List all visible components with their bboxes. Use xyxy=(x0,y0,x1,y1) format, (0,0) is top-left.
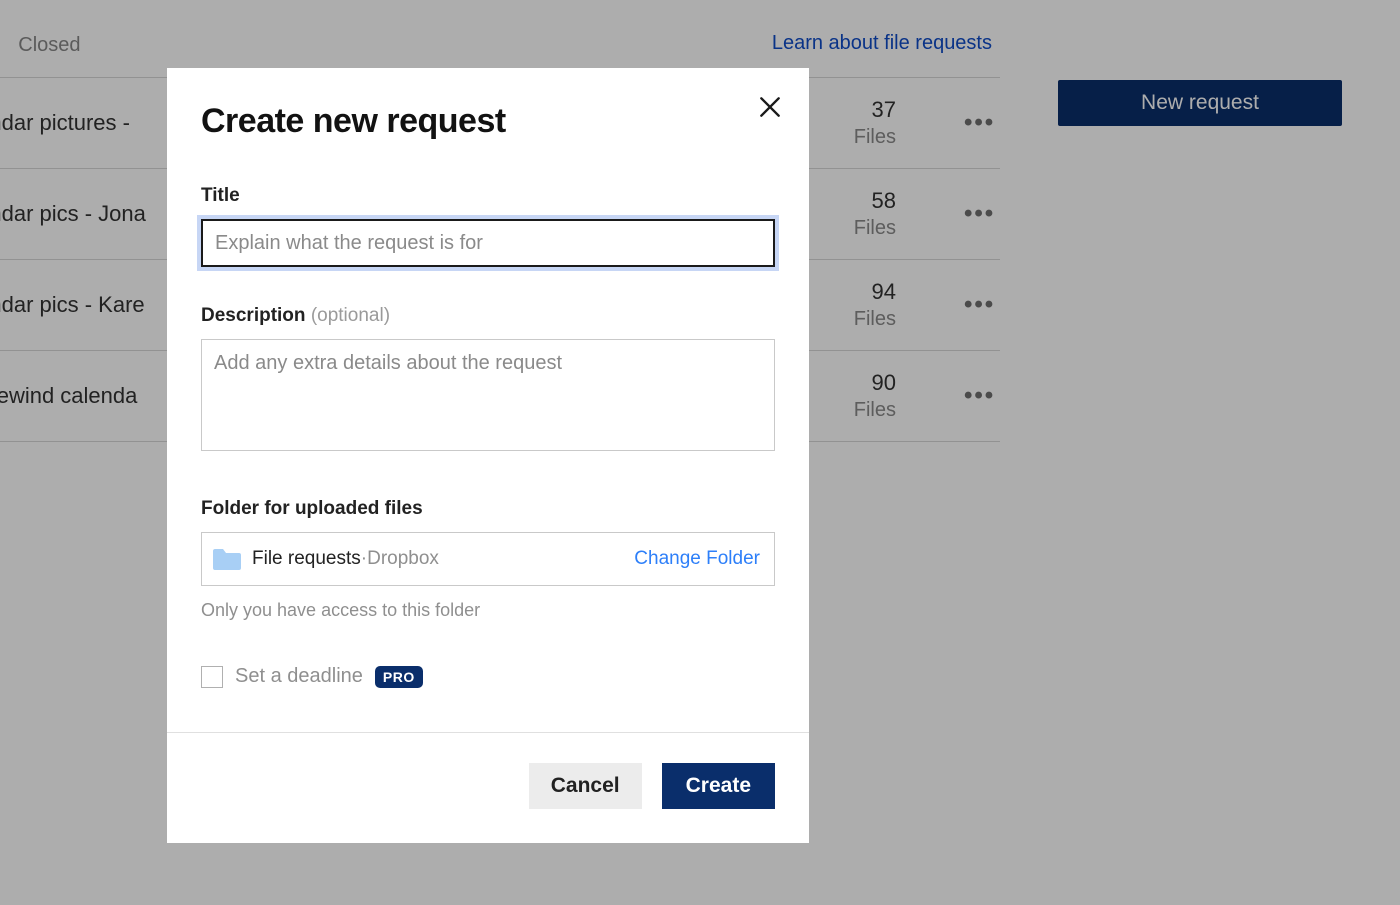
folder-icon xyxy=(212,547,242,571)
deadline-checkbox[interactable] xyxy=(201,666,223,688)
folder-name: File requests xyxy=(252,548,361,570)
close-icon[interactable] xyxy=(757,94,783,120)
description-label: Description (optional) xyxy=(201,305,775,327)
folder-access-note: Only you have access to this folder xyxy=(201,600,775,621)
modal-title: Create new request xyxy=(201,102,775,141)
title-label: Title xyxy=(201,185,775,207)
change-folder-button[interactable]: Change Folder xyxy=(634,548,760,570)
pro-badge: PRO xyxy=(375,666,423,688)
description-input[interactable] xyxy=(201,339,775,451)
folder-label: Folder for uploaded files xyxy=(201,498,775,520)
folder-location: Dropbox xyxy=(367,548,439,570)
deadline-row: Set a deadline PRO xyxy=(201,665,775,688)
description-optional: (optional) xyxy=(311,305,390,326)
folder-selector: File requests · Dropbox Change Folder xyxy=(201,532,775,586)
title-input[interactable] xyxy=(201,219,775,267)
modal-body: Create new request Title Description (op… xyxy=(167,68,809,732)
description-label-text: Description xyxy=(201,305,311,326)
create-button[interactable]: Create xyxy=(662,763,775,809)
deadline-label: Set a deadline xyxy=(235,665,363,688)
cancel-button[interactable]: Cancel xyxy=(529,763,642,809)
modal-footer: Cancel Create xyxy=(167,732,809,843)
create-request-modal: Create new request Title Description (op… xyxy=(167,68,809,843)
